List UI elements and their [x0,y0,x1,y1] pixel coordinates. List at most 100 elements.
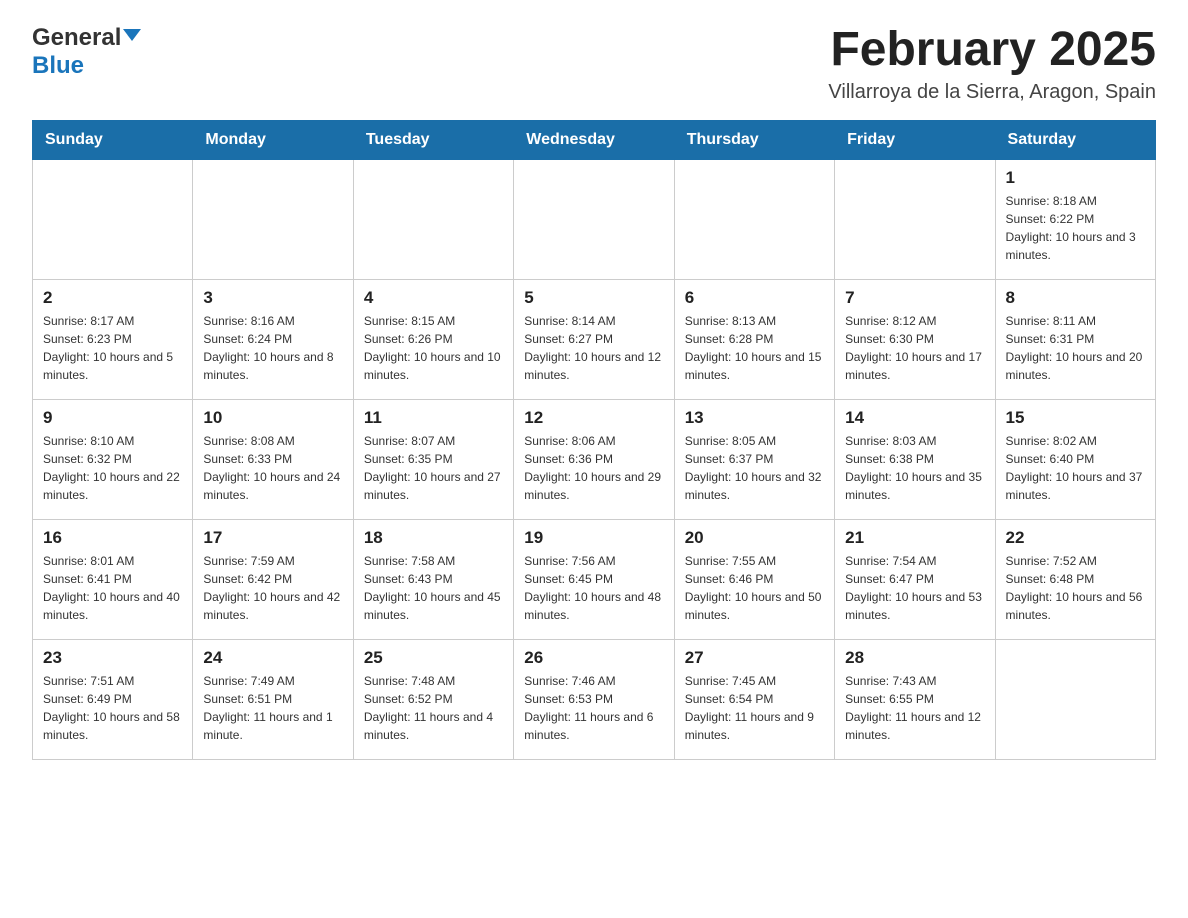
day-number: 2 [43,288,182,308]
day-info: Sunrise: 7:58 AMSunset: 6:43 PMDaylight:… [364,552,503,624]
day-number: 22 [1006,528,1145,548]
day-info: Sunrise: 8:08 AMSunset: 6:33 PMDaylight:… [203,432,342,504]
day-number: 5 [524,288,663,308]
calendar-week-row: 9 Sunrise: 8:10 AMSunset: 6:32 PMDaylight… [33,399,1156,519]
day-info: Sunrise: 8:06 AMSunset: 6:36 PMDaylight:… [524,432,663,504]
day-info: Sunrise: 7:59 AMSunset: 6:42 PMDaylight:… [203,552,342,624]
day-number: 19 [524,528,663,548]
day-info: Sunrise: 8:13 AMSunset: 6:28 PMDaylight:… [685,312,824,384]
calendar-day-cell: 9 Sunrise: 8:10 AMSunset: 6:32 PMDaylight… [33,399,193,519]
day-number: 23 [43,648,182,668]
day-info: Sunrise: 7:49 AMSunset: 6:51 PMDaylight:… [203,672,342,744]
day-number: 8 [1006,288,1145,308]
logo: General Blue [32,24,141,80]
calendar-day-cell: 22Sunrise: 7:52 AMSunset: 6:48 PMDayligh… [995,519,1155,639]
header-sunday: Sunday [33,120,193,159]
day-info: Sunrise: 7:43 AMSunset: 6:55 PMDaylight:… [845,672,984,744]
calendar-day-cell: 21Sunrise: 7:54 AMSunset: 6:47 PMDayligh… [835,519,995,639]
day-info: Sunrise: 8:07 AMSunset: 6:35 PMDaylight:… [364,432,503,504]
day-number: 4 [364,288,503,308]
day-info: Sunrise: 8:18 AMSunset: 6:22 PMDaylight:… [1006,192,1145,264]
day-info: Sunrise: 8:17 AMSunset: 6:23 PMDaylight:… [43,312,182,384]
header-monday: Monday [193,120,353,159]
calendar-day-cell: 25Sunrise: 7:48 AMSunset: 6:52 PMDayligh… [353,639,513,759]
day-number: 25 [364,648,503,668]
calendar-day-cell: 2 Sunrise: 8:17 AMSunset: 6:23 PMDaylight… [33,279,193,399]
day-info: Sunrise: 7:54 AMSunset: 6:47 PMDaylight:… [845,552,984,624]
calendar-day-cell: 11Sunrise: 8:07 AMSunset: 6:35 PMDayligh… [353,399,513,519]
calendar-day-cell: 23Sunrise: 7:51 AMSunset: 6:49 PMDayligh… [33,639,193,759]
calendar-week-row: 1 Sunrise: 8:18 AMSunset: 6:22 PMDaylight… [33,159,1156,279]
calendar-day-cell: 6 Sunrise: 8:13 AMSunset: 6:28 PMDaylight… [674,279,834,399]
month-title: February 2025 [828,24,1156,77]
day-info: Sunrise: 8:03 AMSunset: 6:38 PMDaylight:… [845,432,984,504]
day-info: Sunrise: 7:45 AMSunset: 6:54 PMDaylight:… [685,672,824,744]
day-number: 26 [524,648,663,668]
day-number: 28 [845,648,984,668]
day-number: 1 [1006,168,1145,188]
page-header: General Blue February 2025 Villarroya de… [32,24,1156,104]
calendar-week-row: 23Sunrise: 7:51 AMSunset: 6:49 PMDayligh… [33,639,1156,759]
calendar-day-cell: 18 Sunrise: 7:58 AMSunset: 6:43 PMDayligh… [353,519,513,639]
calendar-day-cell [193,159,353,279]
logo-general-text: General [32,24,121,52]
calendar-day-cell: 5 Sunrise: 8:14 AMSunset: 6:27 PMDaylight… [514,279,674,399]
calendar-day-cell: 4 Sunrise: 8:15 AMSunset: 6:26 PMDaylight… [353,279,513,399]
day-number: 13 [685,408,824,428]
day-info: Sunrise: 7:55 AMSunset: 6:46 PMDaylight:… [685,552,824,624]
day-number: 7 [845,288,984,308]
day-number: 6 [685,288,824,308]
header-saturday: Saturday [995,120,1155,159]
calendar-day-cell [995,639,1155,759]
calendar-day-cell: 7 Sunrise: 8:12 AMSunset: 6:30 PMDaylight… [835,279,995,399]
header-tuesday: Tuesday [353,120,513,159]
calendar-day-cell [353,159,513,279]
calendar-day-cell [835,159,995,279]
calendar-day-cell: 19 Sunrise: 7:56 AMSunset: 6:45 PMDayligh… [514,519,674,639]
day-info: Sunrise: 7:56 AMSunset: 6:45 PMDaylight:… [524,552,663,624]
day-info: Sunrise: 8:10 AMSunset: 6:32 PMDaylight:… [43,432,182,504]
day-number: 12 [524,408,663,428]
day-info: Sunrise: 8:05 AMSunset: 6:37 PMDaylight:… [685,432,824,504]
day-number: 15 [1006,408,1145,428]
day-info: Sunrise: 8:15 AMSunset: 6:26 PMDaylight:… [364,312,503,384]
calendar-day-cell: 20 Sunrise: 7:55 AMSunset: 6:46 PMDayligh… [674,519,834,639]
location-title: Villarroya de la Sierra, Aragon, Spain [828,81,1156,104]
calendar-day-cell: 10 Sunrise: 8:08 AMSunset: 6:33 PMDayligh… [193,399,353,519]
calendar-day-cell: 17Sunrise: 7:59 AMSunset: 6:42 PMDayligh… [193,519,353,639]
header-friday: Friday [835,120,995,159]
calendar-day-cell: 13 Sunrise: 8:05 AMSunset: 6:37 PMDayligh… [674,399,834,519]
day-number: 24 [203,648,342,668]
calendar-day-cell: 16Sunrise: 8:01 AMSunset: 6:41 PMDayligh… [33,519,193,639]
header-wednesday: Wednesday [514,120,674,159]
day-number: 27 [685,648,824,668]
calendar-table: Sunday Monday Tuesday Wednesday Thursday… [32,120,1156,760]
calendar-day-cell: 28 Sunrise: 7:43 AMSunset: 6:55 PMDayligh… [835,639,995,759]
calendar-day-cell: 14 Sunrise: 8:03 AMSunset: 6:38 PMDayligh… [835,399,995,519]
day-info: Sunrise: 8:12 AMSunset: 6:30 PMDaylight:… [845,312,984,384]
day-number: 10 [203,408,342,428]
calendar-day-cell: 1 Sunrise: 8:18 AMSunset: 6:22 PMDaylight… [995,159,1155,279]
calendar-day-cell: 24 Sunrise: 7:49 AMSunset: 6:51 PMDayligh… [193,639,353,759]
calendar-day-cell: 12 Sunrise: 8:06 AMSunset: 6:36 PMDayligh… [514,399,674,519]
day-number: 9 [43,408,182,428]
day-number: 20 [685,528,824,548]
weekday-header-row: Sunday Monday Tuesday Wednesday Thursday… [33,120,1156,159]
header-thursday: Thursday [674,120,834,159]
calendar-day-cell [674,159,834,279]
day-number: 14 [845,408,984,428]
calendar-week-row: 16Sunrise: 8:01 AMSunset: 6:41 PMDayligh… [33,519,1156,639]
day-number: 3 [203,288,342,308]
day-info: Sunrise: 8:11 AMSunset: 6:31 PMDaylight:… [1006,312,1145,384]
calendar-day-cell: 27 Sunrise: 7:45 AMSunset: 6:54 PMDayligh… [674,639,834,759]
logo-blue-text: Blue [32,52,84,79]
day-info: Sunrise: 8:02 AMSunset: 6:40 PMDaylight:… [1006,432,1145,504]
calendar-day-cell [514,159,674,279]
calendar-day-cell: 15 Sunrise: 8:02 AMSunset: 6:40 PMDayligh… [995,399,1155,519]
day-info: Sunrise: 8:14 AMSunset: 6:27 PMDaylight:… [524,312,663,384]
calendar-day-cell: 8 Sunrise: 8:11 AMSunset: 6:31 PMDaylight… [995,279,1155,399]
day-info: Sunrise: 7:46 AMSunset: 6:53 PMDaylight:… [524,672,663,744]
title-block: February 2025 Villarroya de la Sierra, A… [828,24,1156,104]
logo-arrow-icon [123,27,141,50]
day-number: 18 [364,528,503,548]
